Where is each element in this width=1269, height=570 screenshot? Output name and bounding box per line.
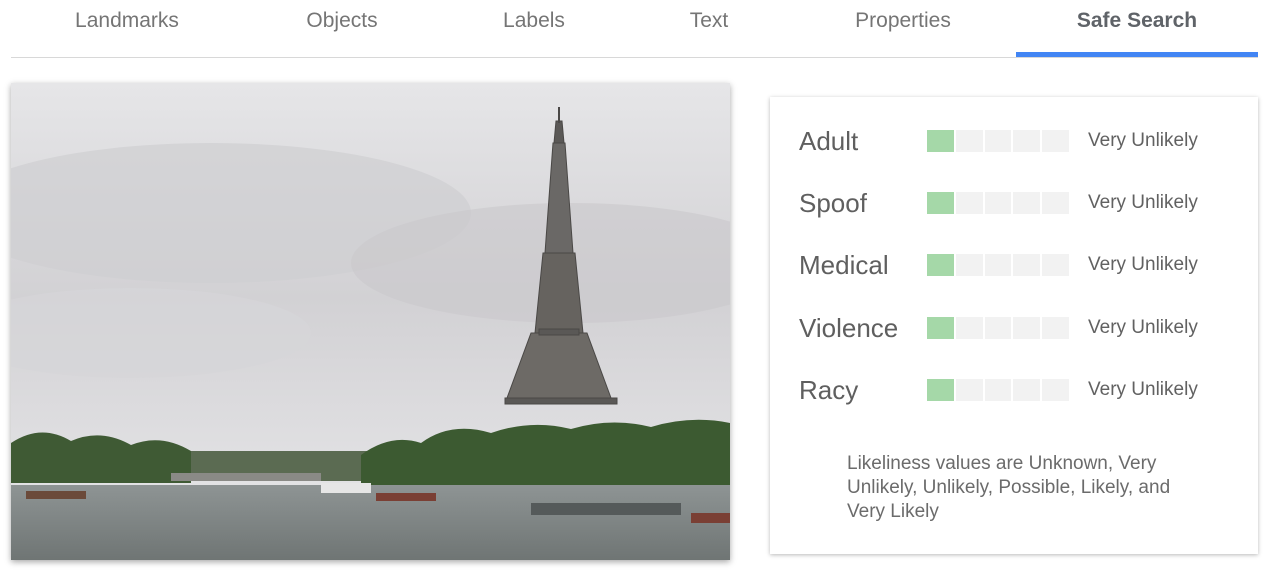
tab-landmarks[interactable]: Landmarks (47, 0, 207, 42)
meter-segment (1013, 130, 1041, 152)
category-label: Adult (799, 126, 859, 156)
eiffel-tower-photo (11, 83, 730, 560)
likelihood-meter (927, 130, 1069, 152)
tab-text[interactable]: Text (629, 0, 789, 42)
meter-segment (1013, 379, 1041, 401)
meter-segment-filled (927, 254, 954, 276)
safe-search-row-medical: Medical Very Unlikely (770, 245, 1258, 285)
safe-search-row-spoof: Spoof Very Unlikely (770, 183, 1258, 223)
tab-objects[interactable]: Objects (262, 0, 422, 42)
meter-segment (984, 130, 1012, 152)
likelihood-meter (927, 379, 1069, 401)
meter-segment (955, 192, 983, 214)
category-label: Spoof (799, 188, 867, 218)
meter-segment-filled (927, 317, 954, 339)
tab-labels[interactable]: Labels (454, 0, 614, 42)
likelihood-meter (927, 317, 1069, 339)
meter-segment-filled (927, 130, 954, 152)
meter-segment (984, 379, 1012, 401)
likelihood-meter (927, 192, 1069, 214)
tab-divider (11, 57, 1258, 58)
likelihood-value: Very Unlikely (1088, 130, 1198, 151)
meter-segment (1042, 379, 1069, 401)
tab-bar: Landmarks Objects Labels Text Properties… (0, 0, 1269, 58)
meter-segment (1042, 130, 1069, 152)
likelihood-value: Very Unlikely (1088, 192, 1198, 213)
meter-segment (1013, 317, 1041, 339)
category-label: Racy (799, 375, 859, 405)
category-label: Violence (799, 313, 899, 343)
meter-segment (1042, 192, 1069, 214)
likelihood-meter (927, 254, 1069, 276)
meter-segment (955, 379, 983, 401)
meter-segment (1042, 317, 1069, 339)
safe-search-row-racy: Racy Very Unlikely (770, 370, 1258, 410)
category-label: Medical (799, 250, 889, 280)
meter-segment (984, 317, 1012, 339)
meter-segment (984, 254, 1012, 276)
likelihood-value: Very Unlikely (1088, 379, 1198, 400)
meter-segment (955, 317, 983, 339)
meter-segment (955, 254, 983, 276)
meter-segment (1042, 254, 1069, 276)
likelihood-value: Very Unlikely (1088, 254, 1198, 275)
safe-search-row-violence: Violence Very Unlikely (770, 308, 1258, 348)
safe-search-card: Adult Very Unlikely Spoof Very Unlikely … (770, 97, 1258, 554)
tab-properties[interactable]: Properties (813, 0, 993, 42)
analyzed-photo (11, 83, 730, 560)
meter-segment (955, 130, 983, 152)
safe-search-row-adult: Adult Very Unlikely (770, 121, 1258, 161)
meter-segment (1013, 254, 1041, 276)
meter-segment (984, 192, 1012, 214)
meter-segment-filled (927, 379, 954, 401)
likeliness-note: Likeliness values are Unknown, Very Unli… (847, 453, 1171, 522)
meter-segment-filled (927, 192, 954, 214)
meter-segment (1013, 192, 1041, 214)
tab-safe-search[interactable]: Safe Search (1037, 0, 1237, 42)
likelihood-value: Very Unlikely (1088, 317, 1198, 338)
